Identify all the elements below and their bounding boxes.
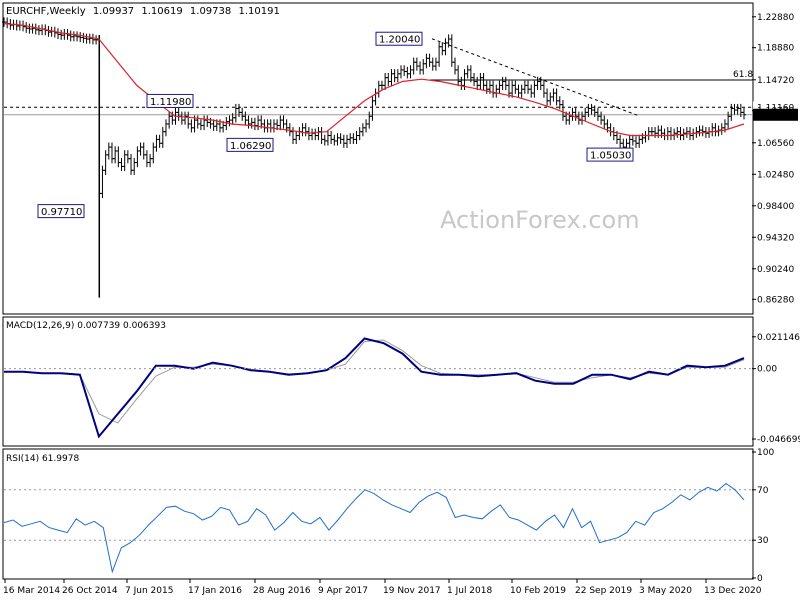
x-tick-label: 28 Aug 2016 <box>253 586 311 596</box>
watermark-text: ActionForex.com <box>440 206 640 234</box>
ohlc-high: 1.10619 <box>141 6 182 17</box>
price-callout-label: 1.20040 <box>379 35 420 46</box>
fib-61-8-label: 61.8 <box>733 70 753 80</box>
ohlc-close: 1.10191 <box>238 6 279 17</box>
rsi-panel-title: RSI(14) 61.9978 <box>6 454 79 464</box>
rsi-y-tick-label: 30 <box>757 536 769 546</box>
price-yaxis-layer: 1.22880 1.18880 1.14720 1.10720 1.06560 1.024… <box>752 13 794 305</box>
price-y-tick-label: 0.98400 <box>757 202 794 212</box>
price-y-tick-label: 0.94320 <box>757 233 794 243</box>
price-callout: 1.11980 <box>146 93 194 108</box>
price-y-tick-label: 0.86280 <box>757 295 794 305</box>
x-tick-label: 26 Oct 2014 <box>62 586 118 596</box>
x-axis-layer: 16 Mar 2014 26 Oct 2014 7 Jun 2015 17 Jan 2… <box>3 579 762 596</box>
price-callout-label: 1.06290 <box>230 141 271 152</box>
price-callout: 1.20040 <box>375 31 423 46</box>
price-callout-label: 1.11980 <box>150 97 191 108</box>
price-callout: 0.97710 <box>37 204 85 219</box>
macd-y-tick-label: -0.046699 <box>757 435 800 445</box>
x-tick-label: 3 May 2020 <box>639 586 692 596</box>
price-panel-title: EURCHF,Weekly 1.09937 1.10619 1.09738 1.… <box>6 6 280 17</box>
x-tick-label: 19 Nov 2017 <box>383 586 441 596</box>
price-y-tick-label: 1.14720 <box>757 76 794 86</box>
macd-y-tick-label: 0.021146 <box>757 333 800 343</box>
price-y-tick-label: 1.22880 <box>757 13 794 23</box>
price-y-tick-label: 1.18880 <box>757 44 794 54</box>
x-tick-label: 7 Jun 2015 <box>125 586 173 596</box>
x-tick-label: 1 Jul 2018 <box>447 586 492 596</box>
rsi-yaxis-layer: 100 70 30 0 <box>752 448 774 584</box>
price-title-group: EURCHF,Weekly 1.09937 1.10619 1.09738 1.… <box>6 6 280 17</box>
macd-y-tick-label: 0.00 <box>757 365 777 375</box>
price-y-tick-label: 1.02480 <box>757 170 794 180</box>
x-tick-label: 17 Jan 2016 <box>188 586 242 596</box>
ohlc-open: 1.09937 <box>93 6 134 17</box>
price-y-tick-label: 0.90240 <box>757 265 794 275</box>
price-callout-label: 0.97710 <box>41 207 82 218</box>
rsi-y-tick-label: 0 <box>757 574 763 584</box>
price-callout: 1.06290 <box>226 137 274 152</box>
x-tick-label: 13 Dec 2020 <box>704 586 762 596</box>
price-callout: 1.05030 <box>586 147 634 162</box>
x-tick-label: 10 Feb 2019 <box>510 586 566 596</box>
chart-svg: ActionForex.com 1.111601.1019161.8 1.200… <box>2 2 800 596</box>
x-tick-label: 16 Mar 2014 <box>3 586 60 596</box>
macd-panel-title: MACD(12,26,9) 0.007739 0.006393 <box>6 321 166 331</box>
price-callout-label: 1.05030 <box>590 151 631 162</box>
chart-window: ActionForex.com 1.11160 1.10191 61.8 1.200… <box>0 0 800 600</box>
rsi-y-tick-label: 100 <box>757 448 774 458</box>
x-tick-label: 9 Apr 2017 <box>318 586 368 596</box>
rsi-y-tick-label: 70 <box>757 486 769 496</box>
rsi-panel-frame <box>2 448 754 580</box>
symbol-title: EURCHF,Weekly <box>6 6 86 17</box>
price-y-tick-label: 1.10720 <box>757 107 794 117</box>
price-y-tick-label: 1.06560 <box>757 139 794 149</box>
ohlc-low: 1.09738 <box>190 6 231 17</box>
x-tick-label: 22 Sep 2019 <box>575 586 632 596</box>
macd-panel-frame <box>2 316 754 447</box>
